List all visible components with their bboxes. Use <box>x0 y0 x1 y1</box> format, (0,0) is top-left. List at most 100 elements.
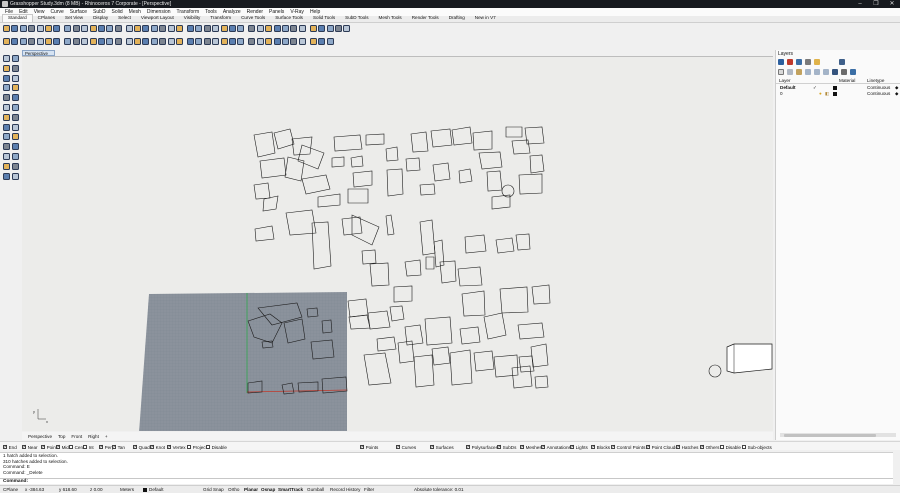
status-toggle-filter[interactable]: Filter <box>364 487 374 492</box>
zoom-selected-icon[interactable] <box>134 25 142 32</box>
environment-icon[interactable] <box>167 38 175 45</box>
lock-icon[interactable] <box>228 38 236 45</box>
tab-standard[interactable]: Standard <box>2 14 33 22</box>
zoom-window-icon[interactable] <box>114 25 122 32</box>
redo-icon[interactable] <box>81 25 89 32</box>
tab-right-viewport[interactable]: Right <box>85 434 102 439</box>
filter-icon[interactable] <box>805 58 811 65</box>
torus-icon[interactable] <box>36 38 44 45</box>
patch-icon[interactable] <box>81 38 89 45</box>
box-icon[interactable] <box>3 38 10 45</box>
scrollbar-thumb[interactable] <box>784 433 876 437</box>
network-surface-icon[interactable] <box>89 38 97 45</box>
copy-layer-icon[interactable] <box>787 68 793 75</box>
sweep-icon[interactable] <box>64 38 72 45</box>
status-toggle-record-history[interactable]: Record History <box>330 487 360 492</box>
curve-icon[interactable] <box>12 64 19 72</box>
osnap-near-checkbox[interactable]: Near <box>22 444 38 450</box>
polyline-icon[interactable] <box>3 74 10 82</box>
status-toggle-gumball[interactable]: Gumball <box>307 487 324 492</box>
layer-lock-icon[interactable]: ◧ <box>825 91 829 97</box>
status-toggle-planar[interactable]: Planar <box>244 487 258 492</box>
new-sublayer-icon[interactable] <box>778 68 784 75</box>
osnap-tan-checkbox[interactable]: Tan <box>112 444 125 450</box>
fillet-edge-icon[interactable] <box>97 38 105 45</box>
osnap-end-checkbox[interactable]: End <box>3 444 17 450</box>
fillet-icon[interactable] <box>318 25 326 32</box>
circle-icon[interactable] <box>12 74 19 82</box>
sphere-icon[interactable] <box>11 38 19 45</box>
extrude-icon[interactable] <box>44 38 52 45</box>
tab-display[interactable]: Display <box>88 15 113 22</box>
filter-hatches-checkbox[interactable]: Hatches <box>676 444 698 450</box>
filter-surfaces-checkbox[interactable]: Surfaces <box>430 444 454 450</box>
transform-icon[interactable] <box>3 153 10 160</box>
analyze-icon[interactable] <box>3 172 10 180</box>
tab-curve-tools[interactable]: Curve Tools <box>236 15 270 22</box>
rotate-view-icon[interactable] <box>97 25 105 32</box>
named-view-icon[interactable] <box>203 38 211 45</box>
layer-settings-icon[interactable] <box>839 58 845 65</box>
status-toggle-grid-snap[interactable]: Grid Snap <box>203 487 224 492</box>
tab-set-view[interactable]: Set View <box>60 15 88 22</box>
merge-icon[interactable] <box>125 38 133 45</box>
polyline-icon[interactable] <box>187 25 195 32</box>
camera-icon[interactable] <box>187 38 195 45</box>
units-readout[interactable]: Meters <box>120 487 134 492</box>
ellipse-icon[interactable] <box>3 94 10 102</box>
layer-row-0[interactable]: 0 ● ◧ Continuous ◆ <box>776 91 900 97</box>
rectangle-icon[interactable] <box>12 84 19 92</box>
undo-icon[interactable] <box>72 25 80 32</box>
tab-mesh-tools[interactable]: Mesh Tools <box>374 15 407 22</box>
group-icon[interactable] <box>248 38 256 45</box>
freeform-icon[interactable] <box>3 104 10 111</box>
offset-icon[interactable] <box>326 25 334 32</box>
select-all-icon[interactable] <box>142 25 150 32</box>
cylinder-icon[interactable] <box>3 143 10 151</box>
circle-icon[interactable] <box>203 25 211 32</box>
delete-layer-icon[interactable] <box>787 58 793 65</box>
analyze-icon[interactable] <box>273 38 281 45</box>
folder-icon[interactable] <box>814 58 820 65</box>
move-down-icon[interactable] <box>814 68 820 75</box>
layer-color-swatch[interactable] <box>833 92 837 96</box>
mesh-icon[interactable] <box>142 38 150 45</box>
filter-polysurfaces-checkbox[interactable]: Polysurfaces <box>466 444 498 450</box>
cone-icon[interactable] <box>12 143 19 151</box>
move-left-icon[interactable] <box>823 68 829 75</box>
volume-icon[interactable] <box>298 38 306 45</box>
column-linetype[interactable]: Linetype <box>867 78 884 83</box>
move-icon[interactable] <box>12 153 19 160</box>
filter-blocks-checkbox[interactable]: Blocks <box>591 444 610 450</box>
filter-subds-checkbox[interactable]: SubDs <box>497 444 516 450</box>
column-layer[interactable]: Layer <box>779 78 791 83</box>
osnap-mid-checkbox[interactable]: Mid <box>56 444 69 450</box>
print-width-icon[interactable]: ◆ <box>895 91 899 97</box>
text-icon[interactable] <box>248 25 256 32</box>
hatch-icon[interactable] <box>256 25 264 32</box>
polygon-icon[interactable] <box>237 25 245 32</box>
join-icon[interactable] <box>281 25 289 32</box>
rectangle-icon[interactable] <box>228 25 236 32</box>
area-icon[interactable] <box>290 38 298 45</box>
render-icon[interactable] <box>12 172 19 180</box>
shell-icon[interactable] <box>106 38 114 45</box>
arc-icon[interactable] <box>3 84 10 92</box>
render-icon[interactable] <box>150 38 158 45</box>
tab-render-tools[interactable]: Render Tools <box>407 15 444 22</box>
layer-filter-icon[interactable] <box>832 68 838 75</box>
osnap-quad-checkbox[interactable]: Quad <box>133 444 150 450</box>
layers-horizontal-scrollbar[interactable] <box>780 433 896 437</box>
split-icon[interactable] <box>298 25 306 32</box>
cap-icon[interactable] <box>114 38 122 45</box>
mesh-icon[interactable] <box>12 123 19 131</box>
array-icon[interactable] <box>343 25 351 32</box>
tab-solid-tools[interactable]: Solid Tools <box>308 15 340 22</box>
line-icon[interactable] <box>176 25 184 32</box>
zebra-icon[interactable] <box>326 38 334 45</box>
tab-top-viewport[interactable]: Top <box>55 434 68 439</box>
extrude-icon[interactable] <box>12 113 19 121</box>
tab-cplanes[interactable]: CPlanes <box>33 15 60 22</box>
sphere-icon[interactable] <box>12 133 19 141</box>
trim-icon[interactable] <box>290 25 298 32</box>
